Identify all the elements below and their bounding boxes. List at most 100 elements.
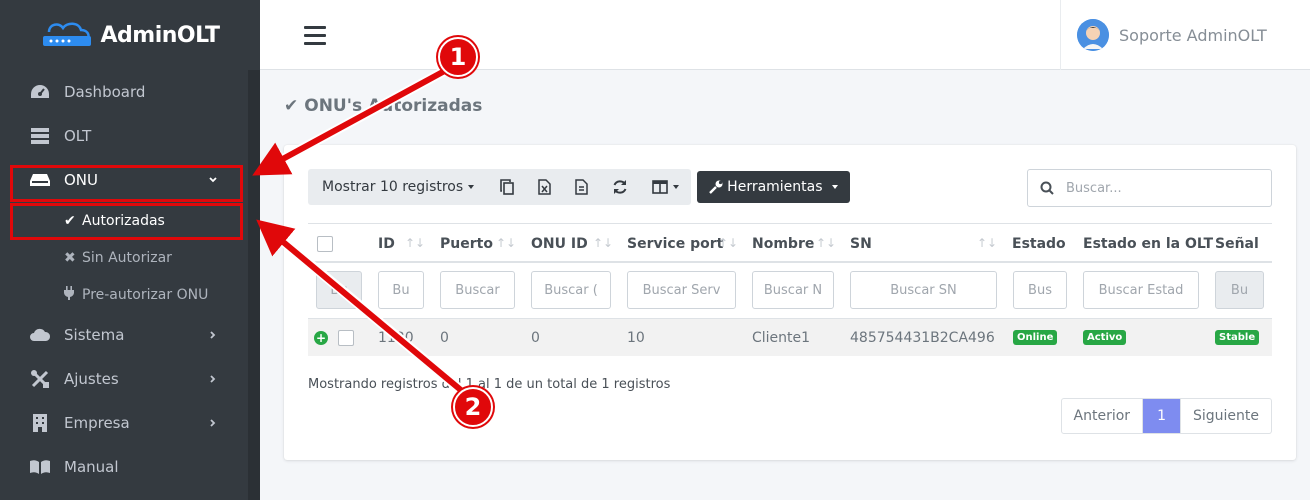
column-header-estado-olt[interactable]: Estado en la OLT bbox=[1083, 224, 1213, 264]
annotation-marker-1: 1 bbox=[438, 37, 478, 77]
page-1-button[interactable]: 1 bbox=[1142, 399, 1180, 433]
sidebar-item-ajustes[interactable]: Ajustes bbox=[0, 357, 248, 401]
copy-icon bbox=[500, 179, 514, 195]
refresh-button[interactable] bbox=[600, 169, 640, 205]
cloud-icon bbox=[28, 325, 52, 345]
highlight-box-onu bbox=[10, 165, 243, 202]
book-icon bbox=[28, 457, 52, 477]
filter-input-onu-id[interactable]: Buscar ( bbox=[531, 271, 611, 309]
column-header-label: Señal bbox=[1215, 236, 1259, 252]
plus-circle-icon[interactable]: + bbox=[314, 330, 328, 345]
cell-sn: 485754431B2CA496 bbox=[850, 329, 995, 346]
router-logo-icon bbox=[42, 22, 91, 46]
sidebar-item-label: Empresa bbox=[64, 414, 130, 432]
building-icon bbox=[28, 413, 52, 433]
sidebar-item-olt[interactable]: OLT bbox=[0, 114, 248, 158]
column-header-senal[interactable]: Señal bbox=[1215, 224, 1259, 264]
page-title-text: ONU's Autorizadas bbox=[304, 96, 483, 116]
filter-input-id[interactable]: Bu bbox=[378, 271, 424, 309]
page-length-label: Mostrar 10 registros bbox=[322, 179, 464, 195]
user-menu[interactable]: Soporte AdminOLT bbox=[1060, 0, 1310, 70]
avatar bbox=[1077, 19, 1109, 51]
previous-page-button[interactable]: Anterior bbox=[1062, 399, 1143, 433]
page-length-button[interactable]: Mostrar 10 registros bbox=[308, 169, 488, 205]
sidebar-item-dashboard[interactable]: Dashboard bbox=[0, 70, 248, 114]
column-header-estado[interactable]: Estado bbox=[1012, 224, 1066, 264]
columns-icon bbox=[652, 180, 668, 194]
column-header-nombre[interactable]: Nombre bbox=[752, 224, 814, 264]
status-badge: Online bbox=[1013, 330, 1058, 345]
toolbar-button-group: Mostrar 10 registros bbox=[308, 169, 692, 205]
filter-input-nombre[interactable]: Buscar N bbox=[752, 271, 834, 309]
column-header-label: ONU ID bbox=[531, 236, 588, 252]
sidebar-item-manual[interactable]: Manual bbox=[0, 445, 248, 489]
filter-placeholder: Buscar Serv bbox=[642, 282, 721, 298]
filter-placeholder: Bu bbox=[330, 282, 348, 298]
sort-icon: ↑↓ bbox=[718, 236, 739, 250]
copy-button[interactable] bbox=[488, 169, 526, 205]
hamburger-menu-icon[interactable] bbox=[304, 26, 326, 45]
sidebar-subitem-pre-autorizar[interactable]: Pre-autorizar ONU bbox=[0, 276, 248, 313]
sidebar-item-label: Sistema bbox=[64, 326, 125, 344]
cell-puerto: 0 bbox=[440, 329, 449, 346]
filter-input-sn[interactable]: Buscar SN bbox=[850, 271, 997, 309]
cell-senal: Stable bbox=[1215, 319, 1260, 356]
filter-placeholder: Bu bbox=[1230, 282, 1249, 298]
filter-placeholder: Buscar SN bbox=[890, 282, 957, 298]
annotation-marker-2: 2 bbox=[453, 387, 493, 427]
user-name: Soporte AdminOLT bbox=[1119, 25, 1267, 45]
row-select-cell bbox=[338, 319, 354, 356]
column-header-puerto[interactable]: Puerto bbox=[440, 224, 493, 264]
brand[interactable]: AdminOLT bbox=[0, 0, 260, 70]
filter-input-estado-olt[interactable]: Buscar Estad bbox=[1083, 271, 1199, 309]
next-page-button[interactable]: Siguiente bbox=[1179, 399, 1271, 433]
columns-button[interactable] bbox=[640, 169, 691, 205]
excel-button[interactable] bbox=[526, 169, 563, 205]
filter-input-puerto[interactable]: Buscar bbox=[440, 271, 515, 309]
column-header-id[interactable]: ID bbox=[378, 224, 395, 264]
refresh-icon bbox=[613, 180, 627, 194]
sidebar-subitem-label: Pre-autorizar ONU bbox=[82, 286, 209, 303]
filter-placeholder: Buscar bbox=[455, 282, 500, 298]
column-header-label: Service port bbox=[627, 236, 724, 252]
search-input[interactable]: Buscar... bbox=[1027, 169, 1272, 207]
column-header-service-port[interactable]: Service port bbox=[627, 224, 723, 264]
table-row[interactable]: + 1120 0 0 10 Cliente1 485754431B2CA496 … bbox=[308, 319, 1272, 356]
sort-icon: ↑↓ bbox=[977, 236, 998, 250]
cell-onu-id: 0 bbox=[531, 329, 540, 346]
filter-placeholder: Buscar N bbox=[763, 282, 823, 298]
caret-down-icon bbox=[468, 185, 475, 189]
onu-table-card: Mostrar 10 registros Herramientas Buscar… bbox=[284, 145, 1296, 460]
sidebar-item-label: Ajustes bbox=[64, 370, 119, 388]
filter-input-estado[interactable]: Bus bbox=[1013, 271, 1067, 309]
filter-input-service-port[interactable]: Buscar Serv bbox=[627, 271, 736, 309]
sidebar-item-empresa[interactable]: Empresa bbox=[0, 401, 248, 445]
sidebar-item-sistema[interactable]: Sistema bbox=[0, 313, 248, 357]
sort-icon: ↑↓ bbox=[816, 236, 837, 250]
filter-placeholder: Buscar ( bbox=[544, 282, 598, 298]
column-header-label: SN bbox=[850, 236, 872, 252]
filter-placeholder: Buscar Estad bbox=[1098, 282, 1184, 298]
sort-icon: ↑↓ bbox=[496, 236, 517, 250]
filter-placeholder: Bus bbox=[1028, 282, 1052, 298]
table-filter-row: Bu Bu Buscar Buscar ( Buscar Serv Buscar… bbox=[308, 263, 1272, 319]
select-all-checkbox[interactable] bbox=[317, 236, 333, 252]
sidebar-scrollbar[interactable] bbox=[248, 70, 260, 500]
herramientas-button[interactable]: Herramientas bbox=[697, 171, 850, 203]
brand-name: AdminOLT bbox=[100, 22, 221, 48]
sort-icon: ↑↓ bbox=[593, 236, 614, 250]
caret-down-icon bbox=[831, 185, 838, 189]
herramientas-label: Herramientas bbox=[727, 179, 823, 195]
pagination: Anterior 1 Siguiente bbox=[1060, 398, 1272, 434]
chevron-right-icon bbox=[210, 375, 216, 383]
sidebar-item-label: Dashboard bbox=[64, 83, 146, 101]
column-header-sn[interactable]: SN bbox=[850, 224, 872, 264]
cell-nombre: Cliente1 bbox=[752, 329, 811, 346]
times-icon: ✖ bbox=[64, 249, 76, 266]
sidebar-subitem-sin-autorizar[interactable]: ✖ Sin Autorizar bbox=[0, 239, 248, 276]
column-header-onu-id[interactable]: ONU ID bbox=[531, 224, 588, 264]
highlight-box-autorizadas bbox=[10, 203, 243, 240]
pdf-button[interactable] bbox=[563, 169, 600, 205]
row-checkbox[interactable] bbox=[338, 329, 354, 346]
tools-icon bbox=[28, 369, 52, 389]
